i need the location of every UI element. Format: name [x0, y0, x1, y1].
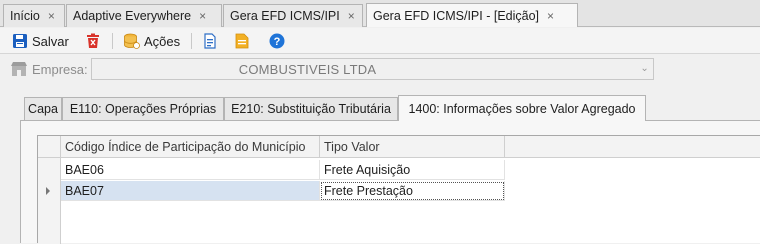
close-icon[interactable]: ×	[48, 9, 55, 23]
close-icon[interactable]: ×	[547, 9, 554, 23]
tab-label: Capa	[28, 102, 58, 116]
close-icon[interactable]: ×	[348, 9, 355, 23]
trash-icon	[85, 33, 101, 49]
store-icon	[10, 61, 28, 80]
column-header-label: Tipo Valor	[324, 140, 380, 154]
doc-tab-inicio[interactable]: Início ×	[3, 4, 65, 27]
cell-codigo[interactable]: BAE07	[61, 181, 320, 201]
delete-button[interactable]	[85, 31, 101, 51]
tab-label: E110: Operações Próprias	[69, 102, 217, 116]
save-button[interactable]: Salvar	[12, 31, 69, 51]
document-export-icon	[202, 33, 218, 49]
close-icon[interactable]: ×	[199, 9, 206, 23]
doc-tab-gera-efd-edicao[interactable]: Gera EFD ICMS/IPI - [Edição] ×	[366, 3, 578, 27]
doc-tab-adaptive-everywhere[interactable]: Adaptive Everywhere ×	[66, 4, 222, 27]
toolbar-separator	[112, 33, 113, 49]
cell-tipo-valor[interactable]: Frete Aquisição	[320, 160, 505, 180]
cell-codigo[interactable]: BAE06	[61, 160, 320, 180]
table-row[interactable]: BAE07 Frete Prestação	[38, 181, 760, 201]
doc-tab-label: Início	[10, 9, 40, 23]
tab-capa[interactable]: Capa	[24, 97, 62, 120]
cell-value: Frete Prestação	[324, 183, 413, 198]
tab-1400[interactable]: 1400: Informações sobre Valor Agregado	[398, 95, 646, 121]
grid-header: Código Índice de Participação do Municíp…	[38, 136, 760, 158]
actions-button[interactable]: Ações	[123, 31, 180, 51]
empresa-row: Empresa: COMBUSTIVEIS LTDA ⌄	[0, 55, 760, 84]
actions-label: Ações	[144, 33, 181, 49]
toolbar: Salvar Ações ?	[0, 28, 760, 54]
cell-value: Frete Aquisição	[324, 162, 411, 177]
empresa-value: COMBUSTIVEIS LTDA	[238, 61, 377, 77]
tab-label: E210: Substituição Tributária	[231, 102, 391, 116]
svg-text:?: ?	[274, 36, 281, 48]
save-label: Salvar	[32, 33, 69, 49]
empresa-label: Empresa:	[32, 62, 88, 77]
cell-tipo-valor[interactable]: Frete Prestação	[320, 181, 505, 201]
column-header-codigo[interactable]: Código Índice de Participação do Municíp…	[61, 136, 320, 158]
column-header-tipo-valor[interactable]: Tipo Valor	[320, 136, 505, 158]
help-button[interactable]: ?	[269, 31, 285, 51]
doc-tab-label: Gera EFD ICMS/IPI - [Edição]	[373, 8, 540, 23]
database-icon	[123, 33, 140, 49]
chevron-down-icon[interactable]: ⌄	[640, 63, 649, 74]
column-header-label: Código Índice de Participação do Municíp…	[65, 140, 306, 154]
tab-e210[interactable]: E210: Substituição Tributária	[224, 97, 398, 120]
help-icon: ?	[269, 33, 285, 49]
tab-e110[interactable]: E110: Operações Próprias	[62, 97, 224, 120]
inner-tab-bar: Capa E110: Operações Próprias E210: Subs…	[0, 95, 760, 121]
row-pointer-icon	[46, 187, 50, 195]
cell-value: BAE06	[65, 162, 104, 177]
save-icon	[12, 33, 28, 49]
cell-value: BAE07	[65, 183, 104, 198]
toolbar-separator	[191, 33, 192, 49]
tab-label: 1400: Informações sobre Valor Agregado	[408, 101, 636, 116]
empresa-select[interactable]: COMBUSTIVEIS LTDA ⌄	[91, 58, 654, 80]
report-icon	[234, 33, 250, 49]
table-row[interactable]: BAE06 Frete Aquisição	[38, 160, 760, 180]
document-tab-bar: Início × Adaptive Everywhere × Gera EFD …	[0, 0, 760, 27]
report-button[interactable]	[234, 31, 250, 51]
export-button[interactable]	[202, 31, 218, 51]
doc-tab-gera-efd[interactable]: Gera EFD ICMS/IPI ×	[223, 4, 363, 27]
data-grid[interactable]: Código Índice de Participação do Municíp…	[37, 135, 760, 244]
header-indicator-cell	[38, 136, 61, 158]
doc-tab-label: Gera EFD ICMS/IPI	[230, 9, 340, 23]
doc-tab-label: Adaptive Everywhere	[73, 9, 192, 23]
